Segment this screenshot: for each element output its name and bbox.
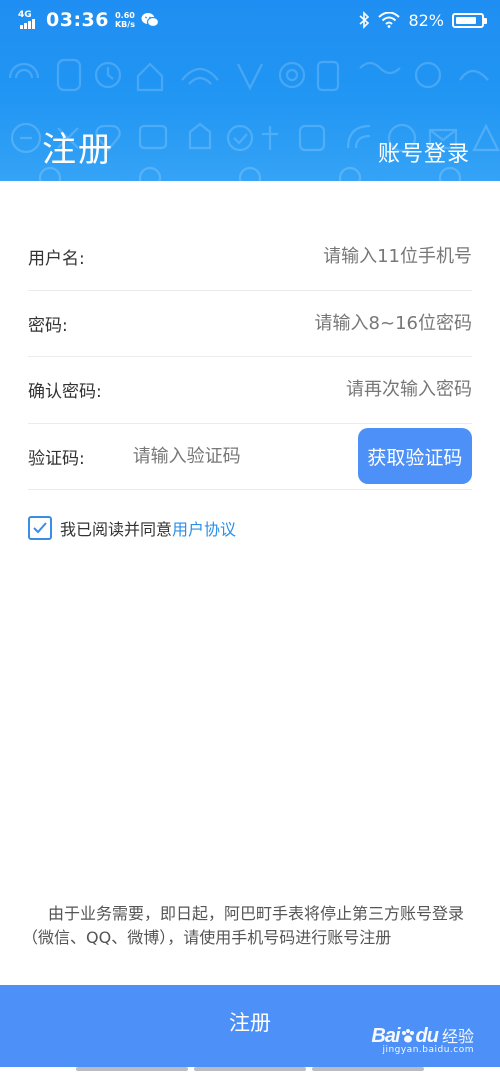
get-verification-code-button[interactable]: 获取验证码 — [357, 428, 472, 485]
cellular-signal-icon: 4G — [18, 11, 40, 29]
nav-indicator — [76, 1067, 188, 1071]
username-input[interactable] — [148, 246, 472, 268]
wechat-icon — [141, 13, 159, 28]
password-row: 密码: — [28, 291, 472, 357]
password-label: 密码: — [28, 315, 68, 336]
speed-value: 0.60 — [115, 11, 135, 20]
confirm-password-row: 确认密码: — [28, 357, 472, 424]
verification-code-label: 验证码: — [28, 448, 85, 469]
network-speed: 0.60 KB/s — [115, 11, 135, 29]
nav-indicator — [194, 1067, 306, 1071]
agreement-checkbox[interactable] — [28, 516, 52, 540]
baidu-jingyan-watermark: Bai du 经验 jingyan.baidu.com — [371, 1023, 474, 1055]
header: 4G 03:36 0.60 KB/s 82% 注册 账号登录 — [0, 0, 500, 181]
battery-icon — [452, 12, 487, 28]
status-time: 03:36 — [46, 9, 109, 31]
watermark-url: jingyan.baidu.com — [382, 1045, 474, 1055]
agreement-text: 我已阅读并同意 — [60, 520, 173, 539]
register-form: 用户名: 密码: 确认密码: 验证码: 获取验证码 — [28, 224, 472, 490]
checkmark-icon — [33, 522, 47, 534]
page-title: 注册 — [42, 130, 114, 170]
notice-text: 由于业务需要，即日起，阿巴町手表将停止第三方账号登录（微信、QQ、微博），请使用… — [22, 904, 465, 947]
username-label: 用户名: — [28, 249, 85, 270]
wifi-icon — [378, 12, 401, 28]
bluetooth-icon — [359, 11, 370, 29]
status-bar: 4G 03:36 0.60 KB/s 82% — [0, 0, 500, 40]
agreement: 我已阅读并同意 用户协议 — [28, 516, 236, 540]
paw-icon — [401, 1029, 414, 1043]
user-agreement-link[interactable]: 用户协议 — [172, 516, 236, 540]
nav-indicator — [312, 1067, 424, 1071]
username-row: 用户名: — [28, 224, 472, 291]
speed-unit: KB/s — [114, 20, 135, 29]
confirm-password-input[interactable] — [148, 379, 472, 401]
battery-fill — [456, 16, 476, 24]
battery-percentage: 82% — [408, 10, 444, 30]
verification-code-input[interactable] — [126, 445, 358, 467]
account-login-link[interactable]: 账号登录 — [378, 136, 470, 168]
password-input[interactable] — [148, 312, 472, 334]
navigation-bar — [0, 1067, 500, 1073]
confirm-password-label: 确认密码: — [28, 382, 102, 403]
watermark-text: 经验 — [441, 1027, 474, 1046]
verification-code-row: 验证码: 获取验证码 — [28, 424, 472, 490]
